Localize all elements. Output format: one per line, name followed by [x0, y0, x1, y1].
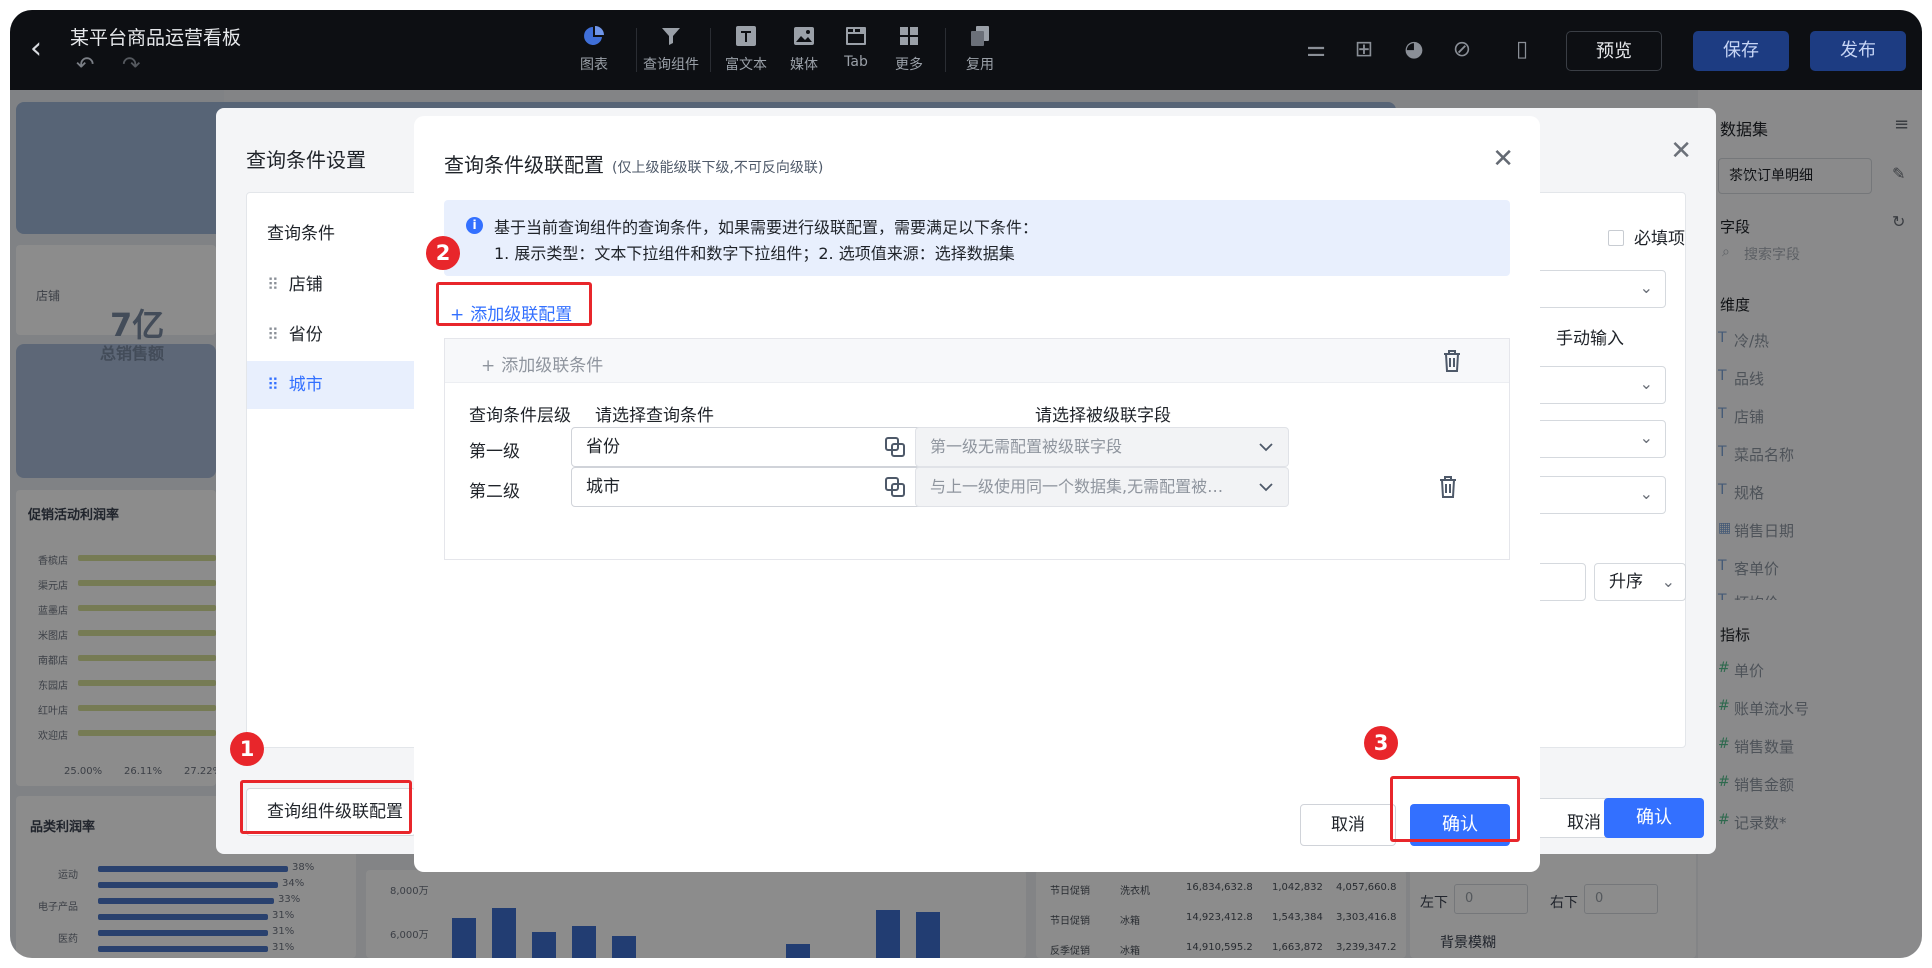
close-icon[interactable]: ✕	[1492, 144, 1514, 174]
callout-box-1	[240, 780, 412, 834]
condition-label: 省份	[288, 325, 323, 345]
page-title: 某平台商品运营看板	[70, 27, 242, 49]
preview-button[interactable]: 预览	[1566, 31, 1662, 71]
tool-label: 图表	[580, 57, 608, 73]
dialog-title: 查询条件级联配置 (仅上级能级联下级,不可反向级联)	[444, 149, 823, 178]
close-icon[interactable]: ✕	[1670, 136, 1692, 166]
eye-off-icon[interactable]: ⊘	[1450, 38, 1474, 62]
info-icon: i	[466, 217, 483, 234]
chevron-down-icon: ⌄	[1639, 428, 1653, 447]
drag-handle-icon[interactable]: ⠿	[267, 275, 279, 294]
dialog-title-text: 查询条件级联配置	[444, 153, 604, 177]
chevron-down-icon: ⌄	[1639, 484, 1653, 503]
back-icon[interactable]: ‹	[30, 34, 42, 64]
config-select[interactable]: ⌄	[1536, 420, 1666, 458]
column-header-level: 查询条件层级	[469, 406, 571, 426]
add-cascade-condition-label: 添加级联条件	[501, 356, 604, 376]
drag-handle-icon[interactable]: ⠿	[267, 325, 279, 344]
tool-label: 富文本	[725, 57, 767, 73]
condition-list-header: 查询条件	[267, 224, 335, 244]
info-banner: i 基于当前查询组件的查询条件，如果需要进行级联配置，需要满足以下条件： 1. …	[444, 200, 1510, 276]
tab-icon	[846, 27, 866, 45]
cancel-label: 取消	[1567, 813, 1601, 833]
publish-button[interactable]: 发布	[1810, 31, 1906, 71]
config-select[interactable]: ⌄	[1536, 476, 1666, 514]
chevron-down-icon: ⌄	[1639, 278, 1653, 297]
tool-label: 复用	[966, 57, 994, 73]
tool-query[interactable]: 查询组件	[636, 24, 706, 74]
level-label: 第二级	[469, 482, 520, 502]
tool-label: Tab	[844, 54, 868, 70]
callout-box-2	[436, 282, 592, 326]
dialog-title: 查询条件设置	[246, 148, 366, 172]
link-copy-icon[interactable]	[883, 475, 907, 499]
select-value: 省份	[586, 437, 620, 457]
chevron-down-icon: ⌄	[1639, 374, 1653, 393]
sort-field-select[interactable]	[1536, 563, 1586, 601]
confirm-button[interactable]: 确认	[1604, 798, 1704, 838]
filter-icon	[662, 28, 680, 45]
callout-badge-2: 2	[426, 236, 460, 270]
cancel-button[interactable]: 取消	[1300, 804, 1396, 846]
palette-icon[interactable]: ◕	[1402, 38, 1426, 62]
grid-icon	[900, 27, 918, 45]
tool-chart[interactable]: 图表	[559, 24, 629, 74]
column-header-field: 请选择被级联字段	[1035, 406, 1171, 426]
top-bar: ‹ 某平台商品运营看板 ↶ ↷ 图表 查询组件 富文本 媒体 Tab 更多 复用…	[10, 10, 1922, 90]
required-label: 必填项	[1634, 229, 1685, 249]
tool-more[interactable]: 更多	[874, 24, 944, 74]
link-copy-icon[interactable]	[883, 435, 907, 459]
sliders-icon[interactable]: ⚌	[1304, 38, 1328, 62]
tool-label: 更多	[895, 57, 923, 73]
select-placeholder: 与上一级使用同一个数据集,无需配置被…	[930, 477, 1224, 496]
trash-icon[interactable]	[1441, 349, 1463, 373]
chevron-down-icon	[1259, 483, 1273, 492]
copy-icon	[971, 26, 989, 46]
chevron-down-icon	[1259, 443, 1273, 452]
checkbox-box[interactable]	[1608, 230, 1624, 246]
condition-label: 城市	[288, 375, 323, 395]
info-text-line1: 基于当前查询组件的查询条件，如果需要进行级联配置，需要满足以下条件：	[494, 218, 1039, 237]
layout-icon[interactable]: ⊞	[1352, 38, 1376, 62]
required-checkbox[interactable]: 必填项	[1608, 224, 1685, 249]
image-icon	[794, 27, 814, 45]
chevron-down-icon: ⌄	[1661, 572, 1675, 591]
config-select[interactable]: ⌄	[1536, 270, 1666, 308]
dialog-subtitle: (仅上级能级联下级,不可反向级联)	[612, 160, 824, 176]
tool-reuse[interactable]: 复用	[945, 24, 1015, 74]
undo-icon[interactable]: ↶	[76, 53, 94, 78]
callout-badge-3: 3	[1364, 726, 1398, 760]
column-header-query: 请选择查询条件	[595, 406, 714, 426]
cascade-field-select-level2[interactable]: 与上一级使用同一个数据集,无需配置被…	[915, 467, 1289, 507]
info-text-line2: 1. 展示类型：文本下拉组件和数字下拉组件；2. 选项值来源：选择数据集	[494, 244, 1015, 263]
callout-badge-1: 1	[230, 732, 264, 766]
text-icon	[736, 26, 756, 46]
pie-chart-icon	[584, 26, 604, 45]
condition-label: 店铺	[288, 275, 323, 295]
cascade-config-card: + 添加级联条件 查询条件层级 请选择查询条件 请选择被级联字段 第一级 省份 第…	[444, 338, 1510, 560]
cascade-config-dialog: 查询条件级联配置 (仅上级能级联下级,不可反向级联) ✕ i 基于当前查询组件的查…	[414, 116, 1540, 872]
sort-order-value: 升序	[1609, 572, 1643, 592]
callout-box-3	[1390, 776, 1520, 842]
tool-label: 媒体	[790, 57, 818, 73]
select-placeholder: 第一级无需配置被级联字段	[930, 437, 1123, 456]
plus-icon: +	[481, 356, 496, 376]
cascade-card-header: + 添加级联条件	[445, 339, 1509, 383]
redo-icon[interactable]: ↷	[122, 53, 140, 78]
manual-input-radio[interactable]: 手动输入	[1556, 324, 1624, 349]
select-value: 城市	[586, 477, 620, 497]
level-label: 第一级	[469, 442, 520, 462]
trash-icon[interactable]	[1437, 475, 1459, 499]
app-window: ‹ 某平台商品运营看板 ↶ ↷ 图表 查询组件 富文本 媒体 Tab 更多 复用…	[10, 10, 1922, 958]
mobile-icon[interactable]: ▯	[1510, 38, 1534, 62]
tool-label: 查询组件	[643, 57, 699, 73]
cascade-field-select-level1[interactable]: 第一级无需配置被级联字段	[915, 427, 1289, 467]
screen: ‹ 某平台商品运营看板 ↶ ↷ 图表 查询组件 富文本 媒体 Tab 更多 复用…	[0, 0, 1932, 968]
save-button[interactable]: 保存	[1693, 31, 1789, 71]
drag-handle-icon[interactable]: ⠿	[267, 375, 279, 394]
sort-order-select[interactable]: 升序 ⌄	[1594, 563, 1686, 601]
config-select[interactable]: ⌄	[1536, 366, 1666, 404]
add-cascade-condition-button[interactable]: + 添加级联条件	[481, 351, 603, 376]
